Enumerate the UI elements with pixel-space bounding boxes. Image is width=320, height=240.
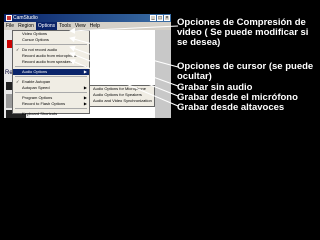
menu-item-label: Video Options [22,31,48,36]
menu-item-label: Record audio from speakers [22,59,73,64]
menu-item-label: Do not record audio [22,47,58,52]
menu-item-label: Record audio from microphone [22,53,77,58]
menu-item[interactable]: Cursor Options [13,37,89,43]
menu-separator [15,44,87,46]
menu-item-label: Keyboard Shortcuts [22,111,58,116]
annotation-speakers: Grabar desde altavoces [177,102,285,113]
menu-region[interactable]: Region [16,22,36,30]
menu-item[interactable]: Keyboard Shortcuts [13,111,89,117]
menu-separator [15,76,87,78]
submenu-item-sync[interactable]: Audio and Video Synchronization [90,98,154,104]
menu-item-label: Record to Flash Options [22,101,66,106]
menu-item-label: Audio Options [22,69,48,74]
window-controls: _ □ × [150,15,170,21]
app-window: CamStudio _ □ × File Region Options Tool… [4,14,171,118]
audio-options-submenu: Audio Options for Microphone Audio Optio… [89,85,155,107]
minimize-icon[interactable]: _ [150,15,156,21]
menu-item-label: Autopan Speed [22,85,50,90]
menu-view[interactable]: View [73,22,88,30]
menu-item[interactable]: Audio Options ▶ [13,69,89,75]
close-icon[interactable]: × [164,15,170,21]
window-title: CamStudio [13,15,38,21]
annotation-cursor-options: Opciones de cursor (se puede ocultar) [177,61,314,82]
menu-file[interactable]: File [4,22,16,30]
menu-item-label: Enable Autopan [22,79,51,84]
background-panel [155,30,171,118]
menu-help[interactable]: Help [88,22,102,30]
menu-item[interactable]: Record audio from speakers [13,59,89,65]
menu-bar: File Region Options Tools View Help [4,22,171,30]
menu-item-label: Program Options [22,95,53,100]
menu-item-label: Cursor Options [22,37,49,42]
menu-tools[interactable]: Tools [57,22,73,30]
options-menu: Video Options Cursor Options ✓ Do not recor… [12,30,90,117]
menu-separator [15,108,87,110]
maximize-icon[interactable]: □ [157,15,163,21]
menu-item[interactable]: Autopan Speed ▶ [13,85,89,91]
menu-separator [15,92,87,94]
submenu-arrow-icon: ▶ [83,69,87,74]
menu-separator [15,66,87,68]
screenshot: CamStudio _ □ × File Region Options Tool… [4,14,171,235]
annotation-video-options: Opciones de Compresión de video ( Se pue… [177,17,309,48]
menu-item[interactable]: Record to Flash Options ▶ [13,101,89,107]
submenu-arrow-icon: ▶ [83,85,87,90]
menu-options[interactable]: Options [35,22,58,30]
app-icon [6,15,12,21]
title-bar: CamStudio _ □ × [4,14,171,22]
submenu-arrow-icon: ▶ [83,101,87,106]
